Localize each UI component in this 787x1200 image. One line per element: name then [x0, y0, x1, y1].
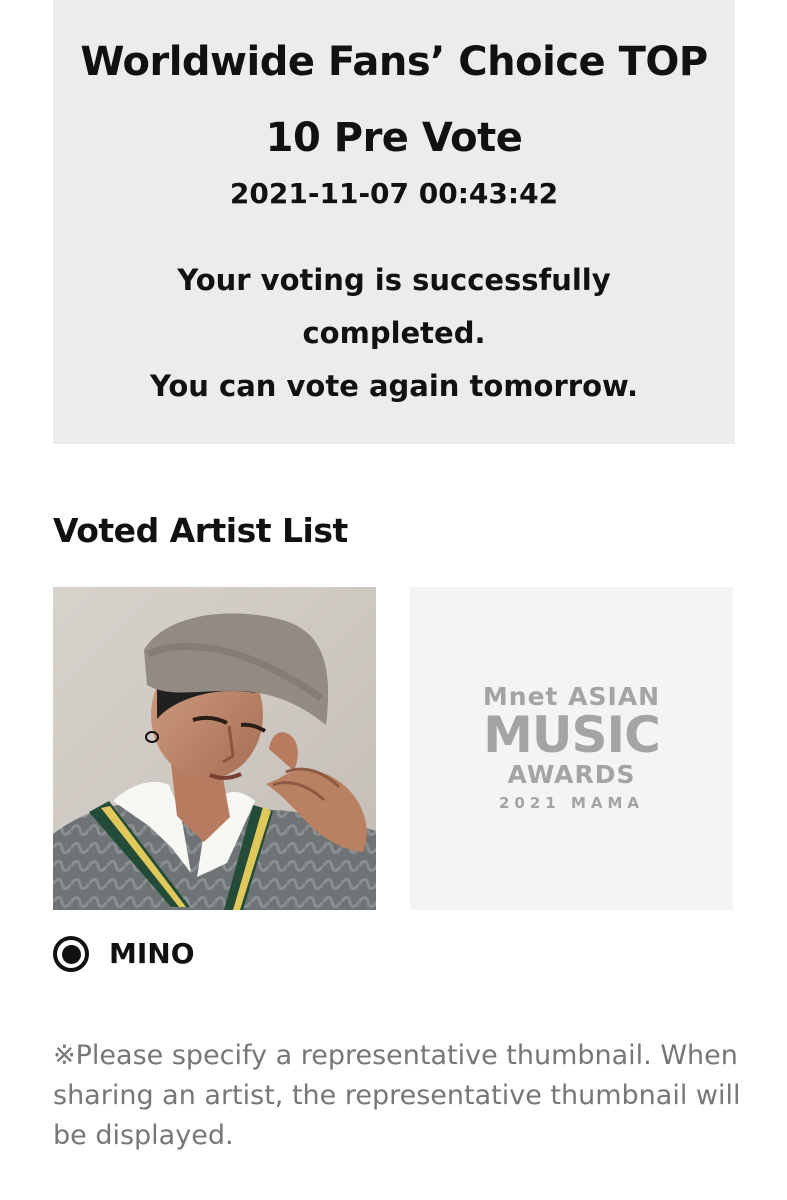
mama-logo-icon: Mnet ASIAN MUSIC AWARDS 2021 MAMA — [410, 683, 733, 815]
vote-title: Worldwide Fans’ Choice TOP 10 Pre Vote — [80, 39, 708, 161]
radio-selected-dot — [61, 944, 81, 964]
vote-result-page: { "vote_result": { "title": "Worldwide F… — [0, 0, 787, 1200]
artist-radio-option[interactable]: MINO — [53, 929, 195, 979]
artist-name: MINO — [109, 937, 195, 970]
mama-logo-year: 2021 MAMA — [498, 794, 645, 812]
vote-timestamp: 2021-11-07 00:43:42 — [229, 177, 559, 210]
voted-artist-list-title: Voted Artist List — [53, 511, 348, 550]
mama-logo-thumbnail[interactable]: Mnet ASIAN MUSIC AWARDS 2021 MAMA — [410, 587, 733, 910]
artist-photo-icon — [53, 587, 376, 910]
vote-tomorrow-message: You can vote again tomorrow. — [150, 369, 638, 403]
vote-result-card: Worldwide Fans’ Choice TOP 10 Pre Vote 2… — [53, 0, 735, 444]
artist-photo-thumbnail[interactable] — [53, 587, 376, 910]
mama-logo-music: MUSIC — [483, 706, 661, 764]
vote-complete-message: Your voting is successfully completed. — [177, 263, 611, 350]
representative-thumbnail-note: ※Please specify a representative thumbna… — [53, 1040, 741, 1151]
mama-logo-awards: AWARDS — [507, 760, 636, 789]
selected-radio-button[interactable] — [53, 936, 89, 972]
vote-status-message: Your voting is successfully completed. Y… — [93, 254, 695, 413]
